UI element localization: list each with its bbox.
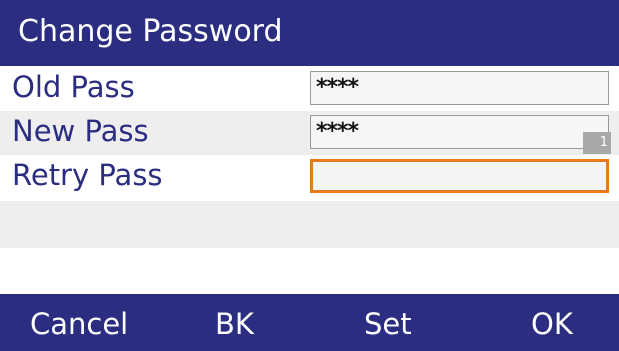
- retry-pass-row[interactable]: Retry Pass: [0, 155, 619, 199]
- new-pass-field[interactable]: ****: [310, 115, 609, 149]
- empty-row: [0, 248, 619, 294]
- empty-row: [0, 201, 619, 248]
- new-pass-row[interactable]: New Pass **** 1: [0, 111, 619, 155]
- retry-pass-label: Retry Pass: [12, 158, 163, 192]
- new-pass-label: New Pass: [12, 114, 149, 148]
- cancel-softkey[interactable]: Cancel: [30, 306, 128, 342]
- ok-softkey[interactable]: OK: [531, 306, 573, 342]
- screen-title: Change Password: [18, 14, 283, 49]
- change-password-screen: Change Password Old Pass **** New Pass *…: [0, 0, 619, 351]
- set-softkey[interactable]: Set: [364, 306, 412, 342]
- new-pass-value: ****: [316, 119, 359, 144]
- old-pass-value: ****: [316, 75, 359, 100]
- back-softkey[interactable]: BK: [215, 306, 254, 342]
- softkey-bar: Cancel BK Set OK: [0, 294, 619, 351]
- input-mode-indicator: 1: [583, 132, 611, 154]
- title-bar: Change Password: [0, 0, 619, 66]
- old-pass-label: Old Pass: [12, 70, 135, 104]
- old-pass-row[interactable]: Old Pass ****: [0, 67, 619, 111]
- old-pass-field[interactable]: ****: [310, 71, 609, 105]
- retry-pass-field[interactable]: [310, 159, 609, 193]
